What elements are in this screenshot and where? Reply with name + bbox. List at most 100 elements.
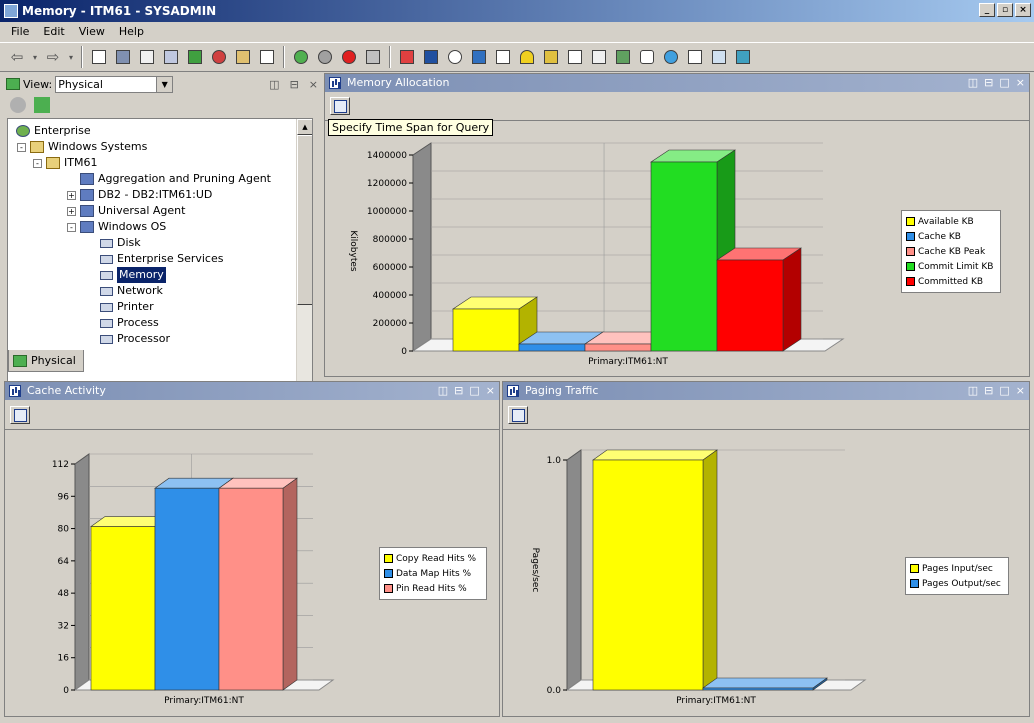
tree-scrollbar[interactable]: ▲▼	[296, 119, 312, 419]
event-icon[interactable]	[540, 46, 562, 68]
legend-label: Available KB	[918, 216, 974, 227]
scroll-thumb[interactable]	[297, 135, 312, 305]
tree-node[interactable]: Disk	[100, 235, 141, 251]
tree-expander[interactable]: -	[33, 159, 42, 168]
split-horizontal-icon[interactable]: ⊟	[984, 74, 993, 92]
bar	[702, 687, 814, 691]
tree-node[interactable]: Memory	[100, 267, 166, 283]
legend-label: Commit Limit KB	[918, 261, 994, 272]
link-icon[interactable]	[184, 46, 206, 68]
message-log-icon[interactable]	[588, 46, 610, 68]
split-vertical-icon[interactable]: ◫	[968, 382, 978, 400]
split-vertical-icon[interactable]: ◫	[968, 74, 978, 92]
gauge-icon[interactable]	[516, 46, 538, 68]
toolbar-separator	[389, 46, 391, 68]
tree-node[interactable]: Universal Agent	[80, 203, 185, 219]
refresh-icon[interactable]	[290, 46, 312, 68]
legend-label: Committed KB	[918, 276, 984, 287]
sound-icon[interactable]	[362, 46, 384, 68]
network-icon[interactable]	[208, 46, 230, 68]
properties-icon[interactable]	[136, 46, 158, 68]
tree-node-label: Memory	[117, 267, 166, 283]
forward-icon[interactable]: ⇨	[42, 46, 64, 68]
leaf-icon	[100, 238, 113, 248]
restore-button[interactable]: ▫	[997, 3, 1013, 17]
tree-expander[interactable]: +	[67, 191, 76, 200]
bar-chart-icon	[9, 385, 21, 397]
tree-node[interactable]: Network	[100, 283, 163, 299]
maximize-icon[interactable]: □	[469, 382, 479, 400]
pie-chart-icon[interactable]	[396, 46, 418, 68]
plot-chart-icon[interactable]	[492, 46, 514, 68]
users-icon[interactable]	[232, 46, 254, 68]
tree-node[interactable]: ITM61	[46, 155, 97, 171]
browser-icon[interactable]	[708, 46, 730, 68]
stop-update-icon[interactable]	[10, 97, 26, 113]
menu-help[interactable]: Help	[112, 25, 151, 38]
save-icon[interactable]	[112, 46, 134, 68]
chat-icon[interactable]	[636, 46, 658, 68]
folder-icon	[46, 157, 60, 169]
table-icon[interactable]	[420, 46, 442, 68]
bar	[716, 259, 784, 352]
take-action-icon[interactable]	[612, 46, 634, 68]
menu-view[interactable]: View	[72, 25, 112, 38]
close-panel-icon[interactable]: ×	[1016, 382, 1025, 400]
globe-icon[interactable]	[660, 46, 682, 68]
pause-icon[interactable]	[314, 46, 336, 68]
tree-node-label: Universal Agent	[98, 204, 186, 217]
split-horizontal-icon[interactable]: ⊟	[984, 382, 993, 400]
back-dropdown-icon[interactable]: ▾	[30, 46, 40, 68]
split-horizontal-icon[interactable]: ⊟	[290, 78, 299, 91]
maximize-icon[interactable]: □	[999, 382, 1009, 400]
leaf-icon	[100, 270, 113, 280]
close-panel-icon[interactable]: ×	[1016, 74, 1025, 92]
terminal-icon[interactable]	[684, 46, 706, 68]
tree-node[interactable]: Enterprise	[16, 123, 91, 139]
tree-node[interactable]: Printer	[100, 299, 154, 315]
tree-node[interactable]: Windows OS	[80, 219, 166, 235]
scroll-up-button[interactable]: ▲	[297, 119, 312, 135]
topology-icon[interactable]	[732, 46, 754, 68]
tree-node[interactable]: Enterprise Services	[100, 251, 223, 267]
tree-expander[interactable]: -	[67, 223, 76, 232]
new-workspace-icon[interactable]	[88, 46, 110, 68]
x-axis-label: Primary:ITM61:NT	[676, 696, 756, 706]
stop-icon[interactable]	[338, 46, 360, 68]
legend-swatch	[910, 564, 919, 573]
bar-chart-icon[interactable]	[468, 46, 490, 68]
close-panel-icon[interactable]: ×	[309, 78, 318, 91]
split-vertical-icon[interactable]: ◫	[269, 78, 279, 91]
legend-item: Available KB	[906, 214, 996, 229]
chart-legend: Available KB Cache KB Cache KB Peak Commit …	[901, 210, 1001, 293]
tree-expander[interactable]: +	[67, 207, 76, 216]
split-vertical-icon[interactable]: ◫	[438, 382, 448, 400]
tab-physical[interactable]: Physical	[8, 350, 84, 372]
forward-dropdown-icon[interactable]: ▾	[66, 46, 76, 68]
tree-node[interactable]: Windows Systems	[30, 139, 147, 155]
pie-view-icon[interactable]	[444, 46, 466, 68]
help-icon[interactable]	[256, 46, 278, 68]
history-icon[interactable]	[160, 46, 182, 68]
agent-icon	[80, 205, 94, 217]
close-panel-icon[interactable]: ×	[486, 382, 495, 400]
tree-node[interactable]: Process	[100, 315, 159, 331]
notepad-icon[interactable]	[564, 46, 586, 68]
close-button[interactable]: ×	[1015, 3, 1031, 17]
tree-expander[interactable]: -	[17, 143, 26, 152]
update-navigator-icon[interactable]	[34, 97, 50, 113]
tree-node[interactable]: Processor	[100, 331, 170, 347]
time-span-button[interactable]	[330, 97, 350, 115]
back-icon[interactable]: ⇦	[6, 46, 28, 68]
time-span-button[interactable]	[508, 406, 528, 424]
menu-file[interactable]: File	[4, 25, 36, 38]
minimize-button[interactable]: _	[979, 3, 995, 17]
legend-item: Data Map Hits %	[384, 566, 482, 581]
maximize-icon[interactable]: □	[999, 74, 1009, 92]
menu-edit[interactable]: Edit	[36, 25, 71, 38]
time-span-button[interactable]	[10, 406, 30, 424]
split-horizontal-icon[interactable]: ⊟	[454, 382, 463, 400]
view-select[interactable]: Physical	[55, 75, 174, 93]
tree-node[interactable]: Aggregation and Pruning Agent	[80, 171, 271, 187]
tree-node[interactable]: DB2 - DB2:ITM61:UD	[80, 187, 212, 203]
